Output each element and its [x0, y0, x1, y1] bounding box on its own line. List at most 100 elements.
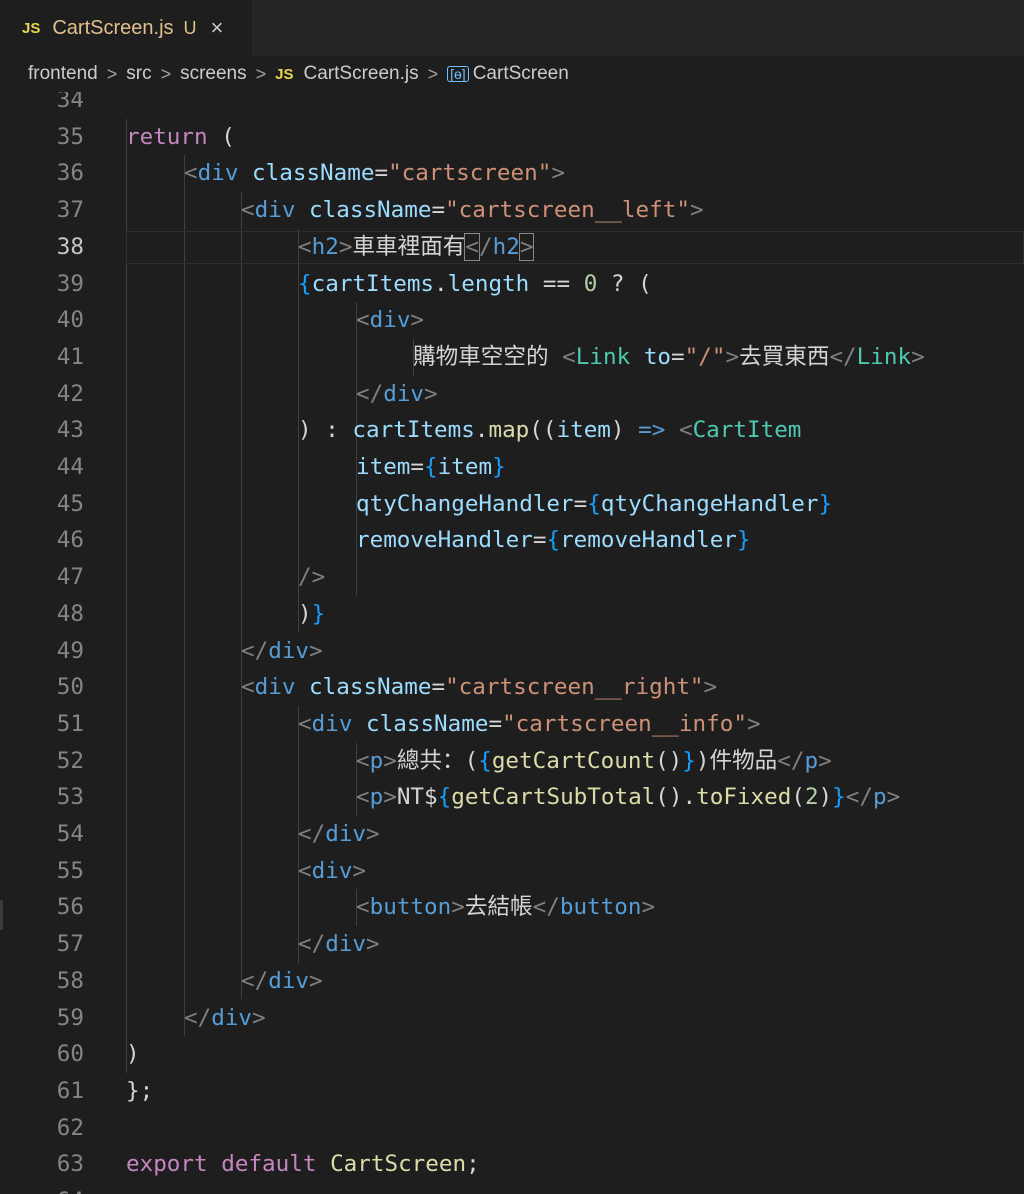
- code-token: >: [911, 343, 925, 370]
- code-content[interactable]: <p>NT${getCartSubTotal().toFixed(2)}</p>: [356, 779, 900, 816]
- code-token: className: [252, 160, 375, 187]
- code-token: <: [356, 307, 370, 334]
- code-content[interactable]: </div>: [298, 816, 380, 853]
- code-content[interactable]: <div className="cartscreen__left">: [241, 192, 704, 229]
- code-content[interactable]: />: [298, 559, 325, 596]
- code-token: 0: [583, 270, 598, 297]
- code-token: >: [352, 857, 367, 884]
- line-number: 39: [56, 270, 84, 297]
- line-number: 54: [56, 821, 84, 847]
- code-token: </: [241, 967, 269, 994]
- code-content[interactable]: ) : cartItems.map((item) => <CartItem: [298, 412, 801, 449]
- breadcrumb-src[interactable]: src: [126, 63, 151, 85]
- js-file-icon: JS: [275, 65, 294, 83]
- code-token: </: [241, 637, 269, 664]
- breadcrumb-frontend[interactable]: frontend: [28, 63, 98, 85]
- code-token: {: [298, 270, 312, 297]
- code-token: return: [126, 123, 208, 150]
- code-token: }: [736, 527, 751, 554]
- code-content[interactable]: qtyChangeHandler={qtyChangeHandler}: [356, 486, 832, 523]
- line-number: 64: [0, 1183, 84, 1194]
- code-token: {: [478, 747, 492, 774]
- code-token: </: [829, 343, 857, 370]
- code-content[interactable]: <div className="cartscreen">: [184, 155, 565, 192]
- line-number: 47: [56, 564, 84, 591]
- code-token: export: [126, 1151, 208, 1178]
- code-content[interactable]: <div>: [298, 853, 366, 890]
- line-number: 37: [56, 197, 84, 224]
- code-token: div: [383, 380, 425, 407]
- code-token: >: [309, 637, 323, 664]
- code-token: div: [311, 857, 353, 884]
- code-token: =: [410, 454, 425, 480]
- code-content[interactable]: <p>總共：({getCartCount()})件物品</p>: [356, 743, 832, 780]
- code-token: button: [559, 894, 642, 921]
- tab-bar: JS CartScreen.js U ×: [0, 0, 1024, 56]
- breadcrumb-symbol[interactable]: CartScreen: [473, 63, 569, 85]
- code-content[interactable]: <div>: [356, 302, 424, 339]
- code-token: div: [197, 160, 239, 187]
- code-content[interactable]: <div className="cartscreen__right">: [241, 669, 717, 706]
- tab-cartscreen-js[interactable]: JS CartScreen.js U ×: [0, 0, 252, 56]
- code-line: 37 <div className="cartscreen__left">: [0, 192, 1024, 229]
- code-content[interactable]: <button>去結帳</button>: [356, 889, 655, 926]
- close-icon[interactable]: ×: [211, 15, 224, 41]
- code-line: 57 </div>: [0, 926, 1024, 963]
- code-content[interactable]: )}: [298, 596, 325, 633]
- code-content[interactable]: </div>: [241, 963, 323, 1000]
- code-content[interactable]: {cartItems.length == 0 ? (: [298, 266, 652, 303]
- code-token: qtyChangeHandler: [356, 490, 574, 517]
- code-content[interactable]: };: [126, 1073, 153, 1110]
- code-token: ((: [529, 417, 557, 444]
- code-token: div: [268, 967, 310, 994]
- code-content[interactable]: ): [126, 1036, 140, 1073]
- code-content[interactable]: </div>: [298, 926, 380, 963]
- code-token: <: [241, 197, 255, 224]
- line-number: 38: [56, 233, 84, 260]
- code-content[interactable]: export default CartScreen;: [126, 1146, 480, 1183]
- code-token: }: [832, 784, 846, 811]
- code-token: >: [424, 380, 438, 407]
- code-token: >: [689, 197, 704, 224]
- code-token: />: [298, 564, 326, 591]
- code-token: <: [464, 232, 480, 261]
- line-number: 44: [56, 454, 84, 480]
- code-token: }: [492, 454, 506, 480]
- line-number: 57: [56, 931, 84, 958]
- code-token: /: [479, 233, 493, 260]
- code-token: 2: [804, 784, 819, 811]
- code-token: ? (: [597, 270, 652, 297]
- code-token: =: [671, 343, 685, 370]
- code-content[interactable]: </div>: [241, 633, 323, 670]
- code-editor[interactable]: 34 35 return (36 <div className="cartscreen…: [0, 92, 1024, 1194]
- code-content[interactable]: </div>: [184, 1000, 266, 1037]
- code-line: 41 購物車空空的 <Link to="/">去買東西</Link>: [0, 339, 1024, 376]
- code-content[interactable]: item={item}: [356, 449, 506, 486]
- code-content[interactable]: removeHandler={removeHandler}: [356, 522, 751, 559]
- breadcrumb-file[interactable]: CartScreen.js: [304, 63, 419, 85]
- code-token: div: [254, 197, 296, 224]
- code-token: className: [366, 710, 489, 737]
- breadcrumb-screens[interactable]: screens: [180, 63, 247, 85]
- code-token: <: [298, 710, 312, 737]
- code-content[interactable]: <h2>車車裡面有</h2>: [298, 229, 535, 266]
- code-token: <: [356, 747, 370, 774]
- line-number: 42: [56, 380, 84, 407]
- code-token: )件物品: [695, 747, 778, 774]
- code-token: >: [410, 307, 425, 334]
- code-token: removeHandler: [560, 527, 737, 554]
- code-content[interactable]: 購物車空空的 <Link to="/">去買東西</Link>: [413, 339, 925, 376]
- code-line: 59 </div>: [0, 1000, 1024, 1037]
- code-content[interactable]: </div>: [356, 376, 438, 413]
- code-token: cartItems: [311, 270, 435, 297]
- code-line: 55 <div>: [0, 853, 1024, 890]
- code-token: qtyChangeHandler: [600, 490, 819, 517]
- chevron-right-icon: >: [427, 63, 439, 84]
- code-content[interactable]: <div className="cartscreen__info">: [298, 706, 761, 743]
- code-line: 60): [0, 1036, 1024, 1073]
- code-content[interactable]: return (: [126, 119, 235, 156]
- code-token: =: [374, 160, 389, 187]
- chevron-right-icon: >: [255, 63, 267, 84]
